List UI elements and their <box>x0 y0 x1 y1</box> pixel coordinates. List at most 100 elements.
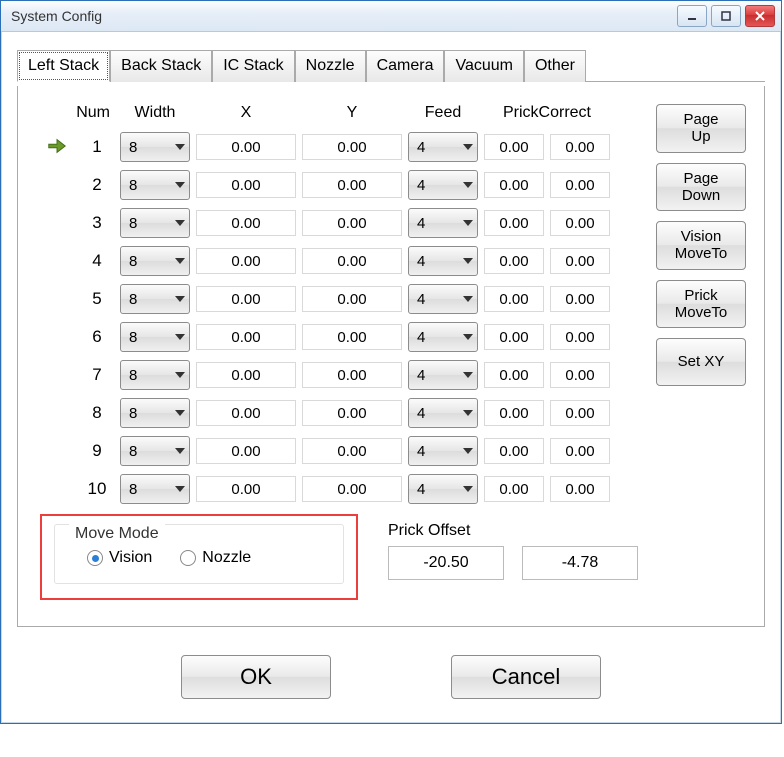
prick-offset-x-input[interactable] <box>388 546 504 580</box>
prickcorrect1-input[interactable] <box>484 438 544 464</box>
page-up-button[interactable]: Page Up <box>656 104 746 153</box>
x-input[interactable] <box>196 476 296 502</box>
chevron-down-icon <box>463 334 473 340</box>
radio-nozzle[interactable]: Nozzle <box>180 549 251 567</box>
prickcorrect2-input[interactable] <box>550 400 610 426</box>
feed-dropdown[interactable]: 4 <box>408 474 478 504</box>
radio-vision-label: Vision <box>109 549 152 567</box>
width-dropdown[interactable]: 8 <box>120 360 190 390</box>
width-dropdown[interactable]: 8 <box>120 132 190 162</box>
prickcorrect2-input[interactable] <box>550 324 610 350</box>
vision-moveto-button[interactable]: Vision MoveTo <box>656 221 746 270</box>
y-input[interactable] <box>302 172 402 198</box>
table-row: 284 <box>40 166 638 204</box>
x-input[interactable] <box>196 134 296 160</box>
x-input[interactable] <box>196 438 296 464</box>
prickcorrect1-input[interactable] <box>484 362 544 388</box>
x-input[interactable] <box>196 286 296 312</box>
width-dropdown[interactable]: 8 <box>120 436 190 466</box>
table-row: 78 4 <box>40 356 638 394</box>
move-mode-highlight: Move Mode Vision Nozzle <box>40 514 358 600</box>
y-input[interactable] <box>302 476 402 502</box>
prickcorrect1-input[interactable] <box>484 400 544 426</box>
prickcorrect2-input[interactable] <box>550 248 610 274</box>
chevron-down-icon <box>463 182 473 188</box>
prickcorrect2-input[interactable] <box>550 286 610 312</box>
width-dropdown[interactable]: 8 <box>120 284 190 314</box>
feed-dropdown[interactable]: 4 <box>408 360 478 390</box>
prickcorrect2-input[interactable] <box>550 476 610 502</box>
prickcorrect2-input[interactable] <box>550 134 610 160</box>
tab-left-stack[interactable]: Left Stack <box>17 50 110 82</box>
y-input[interactable] <box>302 400 402 426</box>
y-input[interactable] <box>302 248 402 274</box>
prickcorrect1-input[interactable] <box>484 324 544 350</box>
y-input[interactable] <box>302 286 402 312</box>
feed-dropdown[interactable]: 4 <box>408 284 478 314</box>
feed-dropdown[interactable]: 4 <box>408 132 478 162</box>
x-input[interactable] <box>196 172 296 198</box>
feed-dropdown[interactable]: 4 <box>408 246 478 276</box>
prickcorrect2-input[interactable] <box>550 210 610 236</box>
tab-back-stack[interactable]: Back Stack <box>110 50 212 82</box>
prick-moveto-button[interactable]: Prick MoveTo <box>656 280 746 329</box>
cancel-button[interactable]: Cancel <box>451 655 601 699</box>
prickcorrect2-input[interactable] <box>550 362 610 388</box>
radio-vision[interactable]: Vision <box>87 549 152 567</box>
feed-dropdown[interactable]: 4 <box>408 170 478 200</box>
y-input[interactable] <box>302 324 402 350</box>
chevron-down-icon <box>463 296 473 302</box>
minimize-button[interactable] <box>677 5 707 27</box>
prickcorrect1-input[interactable] <box>484 248 544 274</box>
tab-nozzle[interactable]: Nozzle <box>295 50 366 82</box>
tab-bar: Left StackBack StackIC StackNozzleCamera… <box>17 50 765 82</box>
y-input[interactable] <box>302 362 402 388</box>
x-input[interactable] <box>196 324 296 350</box>
feed-dropdown[interactable]: 4 <box>408 398 478 428</box>
prick-offset-label: Prick Offset <box>388 522 638 540</box>
tab-other[interactable]: Other <box>524 50 586 82</box>
prickcorrect1-input[interactable] <box>484 134 544 160</box>
width-dropdown[interactable]: 8 <box>120 208 190 238</box>
y-input[interactable] <box>302 134 402 160</box>
move-mode-legend: Move Mode <box>69 521 165 546</box>
close-button[interactable] <box>745 5 775 27</box>
tab-ic-stack[interactable]: IC Stack <box>212 50 294 82</box>
x-input[interactable] <box>196 400 296 426</box>
feed-dropdown[interactable]: 4 <box>408 208 478 238</box>
chevron-down-icon <box>175 182 185 188</box>
window-system-config: System Config Left StackBack StackIC Sta… <box>0 0 782 724</box>
col-prickcorrect: PrickCorrect <box>484 104 610 122</box>
prick-offset-y-input[interactable] <box>522 546 638 580</box>
prickcorrect1-input[interactable] <box>484 286 544 312</box>
chevron-down-icon <box>175 372 185 378</box>
width-dropdown[interactable]: 8 <box>120 398 190 428</box>
width-dropdown[interactable]: 8 <box>120 246 190 276</box>
titlebar: System Config <box>1 1 781 32</box>
set-xy-button[interactable]: Set XY <box>656 338 746 386</box>
y-input[interactable] <box>302 210 402 236</box>
prickcorrect1-input[interactable] <box>484 210 544 236</box>
prickcorrect2-input[interactable] <box>550 438 610 464</box>
ok-button[interactable]: OK <box>181 655 331 699</box>
y-input[interactable] <box>302 438 402 464</box>
prickcorrect2-input[interactable] <box>550 172 610 198</box>
prickcorrect1-input[interactable] <box>484 476 544 502</box>
feed-dropdown[interactable]: 4 <box>408 322 478 352</box>
tab-vacuum[interactable]: Vacuum <box>444 50 524 82</box>
prickcorrect1-input[interactable] <box>484 172 544 198</box>
page-down-button[interactable]: Page Down <box>656 163 746 212</box>
tab-camera[interactable]: Camera <box>366 50 445 82</box>
chevron-down-icon <box>463 220 473 226</box>
chevron-down-icon <box>463 258 473 264</box>
feed-dropdown[interactable]: 4 <box>408 436 478 466</box>
x-input[interactable] <box>196 362 296 388</box>
move-mode-group: Move Mode Vision Nozzle <box>54 524 344 584</box>
x-input[interactable] <box>196 248 296 274</box>
row-num: 7 <box>80 365 114 385</box>
width-dropdown[interactable]: 8 <box>120 322 190 352</box>
width-dropdown[interactable]: 8 <box>120 474 190 504</box>
width-dropdown[interactable]: 8 <box>120 170 190 200</box>
maximize-button[interactable] <box>711 5 741 27</box>
x-input[interactable] <box>196 210 296 236</box>
